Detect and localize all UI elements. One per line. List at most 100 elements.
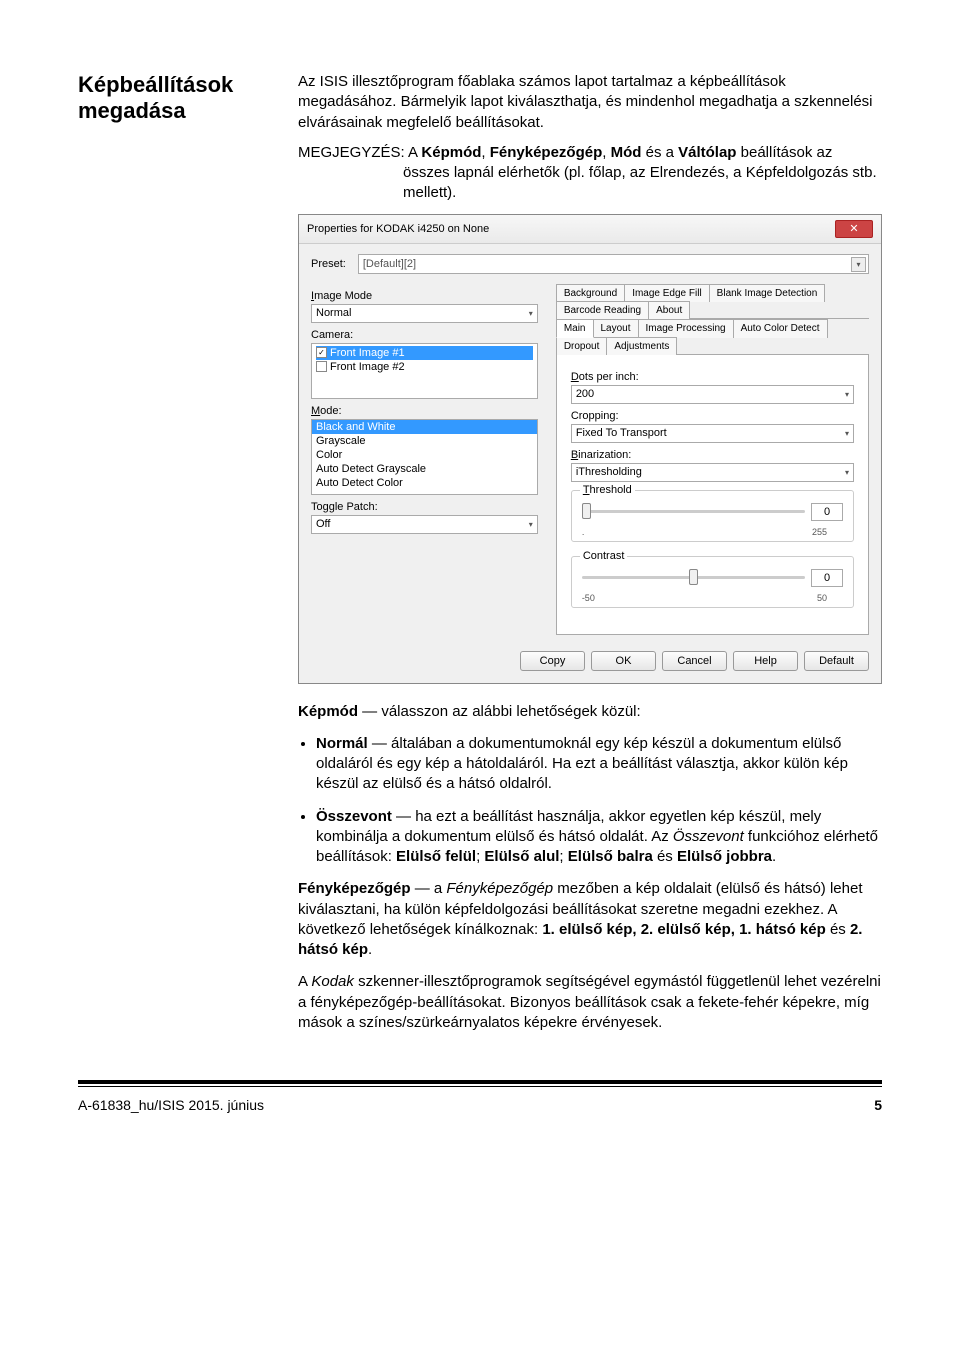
cropping-value: Fixed To Transport bbox=[576, 427, 667, 439]
help-button[interactable]: Help bbox=[733, 651, 798, 671]
tab-dropout[interactable]: Dropout bbox=[556, 337, 608, 355]
cropping-dropdown[interactable]: Fixed To Transport ▾ bbox=[571, 424, 854, 443]
close-icon: ✕ bbox=[849, 222, 858, 235]
chevron-down-icon: ▾ bbox=[845, 390, 849, 399]
camera-item-label: Front Image #1 bbox=[330, 347, 405, 359]
camera-item-label: Front Image #2 bbox=[330, 361, 405, 373]
mode-item-color[interactable]: Color bbox=[312, 448, 537, 462]
mode-item-autocolor[interactable]: Auto Detect Color bbox=[312, 476, 537, 490]
camera-list[interactable]: ✓ Front Image #1 Front Image #2 bbox=[311, 343, 538, 399]
tabs-row-1: Background Image Edge Fill Blank Image D… bbox=[556, 284, 869, 319]
b2-and: és bbox=[653, 848, 677, 865]
tab-auto-color-detect[interactable]: Auto Color Detect bbox=[733, 319, 828, 338]
binarization-dropdown[interactable]: iThresholding ▾ bbox=[571, 463, 854, 482]
slider-thumb-icon[interactable] bbox=[689, 569, 698, 585]
mode-list[interactable]: Black and White Grayscale Color Auto Det… bbox=[311, 419, 538, 495]
page-number: 5 bbox=[874, 1097, 882, 1113]
fgep-o1: 1. elülső kép, 2. elülső kép, 1. hátsó k… bbox=[542, 921, 825, 938]
fgep-b: Fényképezőgép bbox=[298, 880, 411, 897]
kepmod-bullets: Normál — általában a dokumentumoknál egy… bbox=[316, 734, 882, 868]
mode-item-gray[interactable]: Grayscale bbox=[312, 434, 537, 448]
image-mode-label-text: mage Mode bbox=[314, 290, 372, 302]
cropping-label: Cropping: bbox=[571, 410, 854, 422]
bullet-normal: Normál — általában a dokumentumoknál egy… bbox=[316, 734, 882, 795]
mode-label: Mode: bbox=[311, 405, 538, 417]
note-s2: , bbox=[602, 144, 610, 161]
close-button[interactable]: ✕ bbox=[835, 220, 873, 238]
b2-bold: Összevont bbox=[316, 808, 392, 825]
chevron-down-icon: ▾ bbox=[845, 468, 849, 477]
tab-image-edge-fill[interactable]: Image Edge Fill bbox=[624, 284, 709, 302]
bullet-osszevont: Összevont — ha ezt a beállítást használj… bbox=[316, 807, 882, 868]
binarization-label: Binarization: bbox=[571, 449, 854, 461]
kepmod-lead-b: Képmód bbox=[298, 703, 358, 720]
tab-blank-image-detection[interactable]: Blank Image Detection bbox=[709, 284, 826, 302]
page-heading: Képbeállítások megadása bbox=[78, 72, 268, 125]
threshold-slider[interactable] bbox=[582, 510, 805, 513]
cancel-button[interactable]: Cancel bbox=[662, 651, 727, 671]
tab-adjustments[interactable]: Adjustments bbox=[606, 337, 677, 355]
footer-left: A-61838_hu/ISIS 2015. június bbox=[78, 1097, 264, 1113]
dialog-title: Properties for KODAK i4250 on None bbox=[307, 223, 489, 235]
dialog-titlebar: Properties for KODAK i4250 on None ✕ bbox=[299, 215, 881, 244]
contrast-label: Contrast bbox=[580, 550, 628, 562]
default-button[interactable]: Default bbox=[804, 651, 869, 671]
contrast-value[interactable]: 0 bbox=[811, 569, 843, 587]
image-mode-value: Normal bbox=[316, 307, 351, 319]
tab-background[interactable]: Background bbox=[556, 284, 625, 302]
copy-button[interactable]: Copy bbox=[520, 651, 585, 671]
camera-item-front2[interactable]: Front Image #2 bbox=[316, 360, 533, 374]
note-label: MEGJEGYZÉS: bbox=[298, 144, 408, 161]
note-para: MEGJEGYZÉS: A Képmód, Fényképezőgép, Mód… bbox=[298, 143, 882, 204]
mode-item-autogray[interactable]: Auto Detect Grayscale bbox=[312, 462, 537, 476]
note-w2: Fényképezőgép bbox=[490, 144, 603, 161]
kodak-para: A Kodak szkenner-illesztőprogramok segít… bbox=[298, 972, 882, 1033]
checkbox-icon[interactable] bbox=[316, 361, 327, 372]
image-mode-label: Image Mode bbox=[311, 290, 538, 302]
page-footer: A-61838_hu/ISIS 2015. június 5 bbox=[78, 1080, 882, 1113]
fgep-it: Fényképezőgép bbox=[446, 880, 553, 897]
tab-main[interactable]: Main bbox=[556, 319, 594, 338]
note-s1: , bbox=[481, 144, 489, 161]
fgep-para: Fényképezőgép — a Fényképezőgép mezőben … bbox=[298, 879, 882, 960]
tab-image-processing[interactable]: Image Processing bbox=[638, 319, 734, 338]
contrast-min: -50 bbox=[582, 593, 595, 603]
dpi-label: Dots per inch: bbox=[571, 371, 854, 383]
contrast-slider[interactable] bbox=[582, 576, 805, 579]
mode-item-bw[interactable]: Black and White bbox=[312, 420, 537, 434]
b2-o3: Elülső balra bbox=[568, 848, 653, 865]
b2-o4: Elülső jobbra bbox=[677, 848, 772, 865]
slider-thumb-icon[interactable] bbox=[582, 503, 591, 519]
tabs-row-2: Main Layout Image Processing Auto Color … bbox=[556, 319, 869, 355]
image-mode-dropdown[interactable]: Normal ▾ bbox=[311, 304, 538, 323]
b2-it: Összevont bbox=[673, 828, 744, 845]
dialog-button-row: Copy OK Cancel Help Default bbox=[311, 651, 869, 671]
b1-text: — általában a dokumentumoknál egy kép ké… bbox=[316, 735, 848, 793]
tab-layout[interactable]: Layout bbox=[593, 319, 639, 338]
fgep-and: és bbox=[826, 921, 850, 938]
ok-button[interactable]: OK bbox=[591, 651, 656, 671]
threshold-value[interactable]: 0 bbox=[811, 503, 843, 521]
dpi-dropdown[interactable]: 200 ▾ bbox=[571, 385, 854, 404]
kepmod-lead: Képmód — válasszon az alábbi lehetőségek… bbox=[298, 702, 882, 722]
note-pre: A bbox=[408, 144, 421, 161]
b1-bold: Normál bbox=[316, 735, 368, 752]
b2-o1: Elülső felül bbox=[396, 848, 476, 865]
chevron-down-icon: ▾ bbox=[529, 309, 533, 318]
camera-label: Camera: bbox=[311, 329, 538, 341]
tab-about[interactable]: About bbox=[648, 301, 690, 319]
tab-barcode-reading[interactable]: Barcode Reading bbox=[556, 301, 649, 319]
kodak-it: Kodak bbox=[311, 973, 354, 990]
preset-label: Preset: bbox=[311, 258, 346, 270]
footer-rule-thick bbox=[78, 1080, 882, 1084]
toggle-patch-value: Off bbox=[316, 518, 330, 530]
checkbox-checked-icon[interactable]: ✓ bbox=[316, 347, 327, 358]
camera-item-front1[interactable]: ✓ Front Image #1 bbox=[316, 346, 533, 360]
note-w4: Váltólap bbox=[678, 144, 736, 161]
preset-dropdown[interactable]: [Default][2] ▾ bbox=[358, 254, 869, 274]
threshold-max: 255 bbox=[812, 527, 827, 537]
note-w3: Mód bbox=[611, 144, 642, 161]
threshold-min: . bbox=[582, 527, 585, 537]
toggle-patch-dropdown[interactable]: Off ▾ bbox=[311, 515, 538, 534]
dpi-value: 200 bbox=[576, 388, 594, 400]
